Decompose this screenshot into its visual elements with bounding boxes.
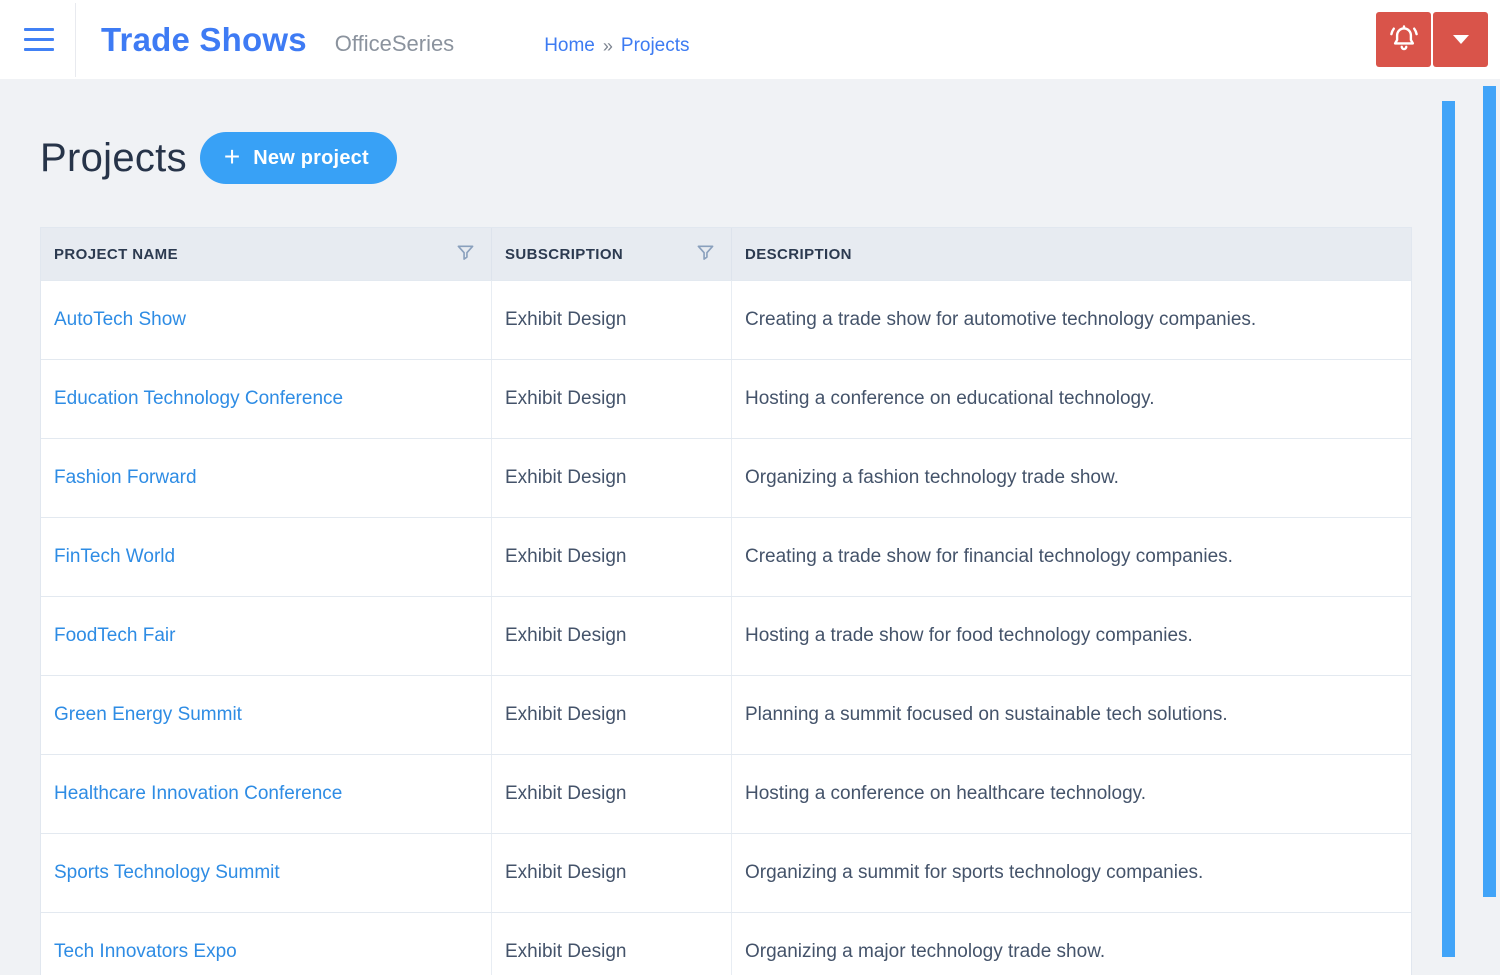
project-name-link[interactable]: Education Technology Conference (54, 388, 343, 410)
page-title: Projects (40, 135, 187, 180)
content-scrollbar-thumb[interactable] (1442, 101, 1455, 957)
table-header-row: PROJECT NAME SUBSCRIPTION DESCRIPTION (41, 228, 1411, 280)
breadcrumb-projects-link[interactable]: Projects (621, 35, 690, 57)
description-cell: Creating a trade show for financial tech… (731, 518, 1411, 596)
app-title: Trade Shows (101, 20, 307, 58)
new-project-label: New project (253, 146, 369, 169)
breadcrumb-separator: » (602, 35, 613, 56)
caret-down-icon (1452, 35, 1469, 44)
projects-table: PROJECT NAME SUBSCRIPTION DESCRIPTION Au… (40, 227, 1412, 975)
new-project-button[interactable]: + New project (199, 132, 397, 184)
project-name-link[interactable]: FinTech World (54, 546, 175, 568)
page-heading: Projects + New project (40, 132, 1500, 184)
table-row: Sports Technology Summit Exhibit Design … (41, 833, 1411, 912)
description-cell: Organizing a major technology trade show… (731, 913, 1411, 975)
project-name-link[interactable]: Fashion Forward (54, 467, 197, 489)
table-body: AutoTech Show Exhibit Design Creating a … (41, 280, 1411, 975)
subscription-cell: Exhibit Design (491, 755, 731, 833)
column-header-project-name[interactable]: PROJECT NAME (41, 228, 491, 280)
table-row: FinTech World Exhibit Design Creating a … (41, 517, 1411, 596)
plus-icon: + (223, 140, 241, 172)
column-header-description[interactable]: DESCRIPTION (731, 228, 1411, 280)
hamburger-menu-button[interactable] (24, 24, 54, 55)
subscription-cell: Exhibit Design (491, 518, 731, 596)
page-scrollbar-thumb[interactable] (1483, 86, 1496, 897)
notification-bell-icon (1386, 20, 1422, 59)
account-dropdown-button[interactable] (1433, 12, 1488, 67)
table-row: AutoTech Show Exhibit Design Creating a … (41, 280, 1411, 359)
notifications-button[interactable] (1376, 12, 1431, 67)
header-divider (75, 2, 76, 77)
description-cell: Hosting a conference on healthcare techn… (731, 755, 1411, 833)
main-content: Projects + New project PROJECT NAME SUBS… (0, 132, 1500, 975)
top-header: Trade Shows OfficeSeries Home » Projects (0, 0, 1500, 79)
subscription-cell: Exhibit Design (491, 597, 731, 675)
subscription-cell: Exhibit Design (491, 913, 731, 975)
header-actions (1376, 12, 1488, 67)
description-cell: Creating a trade show for automotive tec… (731, 281, 1411, 359)
subscription-cell: Exhibit Design (491, 439, 731, 517)
description-cell: Organizing a fashion technology trade sh… (731, 439, 1411, 517)
filter-funnel-icon[interactable] (696, 243, 715, 266)
table-row: FoodTech Fair Exhibit Design Hosting a t… (41, 596, 1411, 675)
project-name-link[interactable]: Green Energy Summit (54, 704, 242, 726)
filter-funnel-icon[interactable] (456, 243, 475, 266)
subscription-cell: Exhibit Design (491, 360, 731, 438)
description-cell: Planning a summit focused on sustainable… (731, 676, 1411, 754)
logo-group: Trade Shows OfficeSeries (101, 21, 454, 59)
subscription-cell: Exhibit Design (491, 676, 731, 754)
breadcrumb-home-link[interactable]: Home (544, 35, 595, 57)
hamburger-icon (24, 28, 54, 31)
subscription-cell: Exhibit Design (491, 834, 731, 912)
column-header-subscription[interactable]: SUBSCRIPTION (491, 228, 731, 280)
table-row: Green Energy Summit Exhibit Design Plann… (41, 675, 1411, 754)
project-name-link[interactable]: FoodTech Fair (54, 625, 175, 647)
breadcrumb: Home » Projects (544, 22, 689, 57)
project-name-link[interactable]: Tech Innovators Expo (54, 941, 237, 963)
description-cell: Organizing a summit for sports technolog… (731, 834, 1411, 912)
subscription-cell: Exhibit Design (491, 281, 731, 359)
suite-name: OfficeSeries (334, 30, 455, 56)
description-cell: Hosting a conference on educational tech… (731, 360, 1411, 438)
table-row: Fashion Forward Exhibit Design Organizin… (41, 438, 1411, 517)
project-name-link[interactable]: AutoTech Show (54, 309, 186, 331)
project-name-link[interactable]: Healthcare Innovation Conference (54, 783, 342, 805)
table-row: Education Technology Conference Exhibit … (41, 359, 1411, 438)
description-cell: Hosting a trade show for food technology… (731, 597, 1411, 675)
project-name-link[interactable]: Sports Technology Summit (54, 862, 280, 884)
table-row: Healthcare Innovation Conference Exhibit… (41, 754, 1411, 833)
table-row: Tech Innovators Expo Exhibit Design Orga… (41, 912, 1411, 975)
